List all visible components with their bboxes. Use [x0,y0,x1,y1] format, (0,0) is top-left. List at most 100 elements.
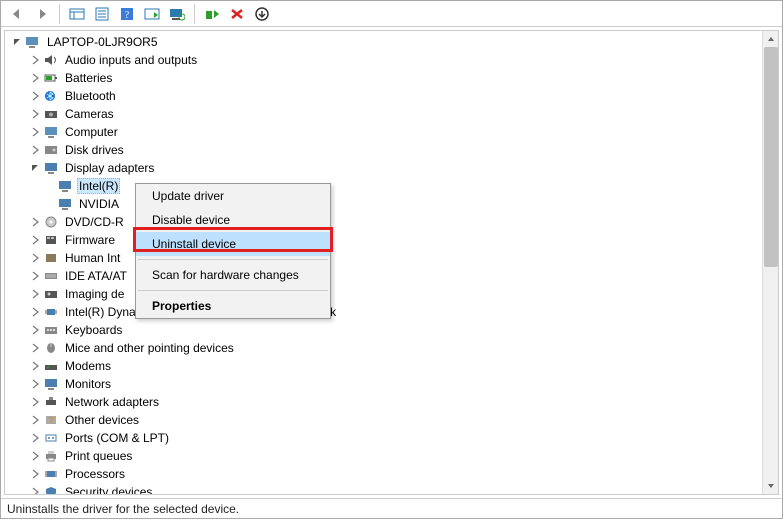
caret-right-icon[interactable] [29,288,41,300]
tree-category[interactable]: Imaging de [11,285,762,303]
tree-category[interactable]: Batteries [11,69,762,87]
help-button[interactable]: ? [115,3,139,25]
close-x-icon [229,7,245,21]
scroll-thumb[interactable] [764,47,778,267]
action-button[interactable] [140,3,164,25]
caret-right-icon[interactable] [29,450,41,462]
arrow-left-icon [9,7,25,21]
tree-category[interactable]: DVD/CD-R [11,213,762,231]
disable-button[interactable] [225,3,249,25]
context-menu: Update driver Disable device Uninstall d… [135,183,331,319]
caret-right-icon[interactable] [29,90,41,102]
tree-category[interactable]: Modems [11,357,762,375]
caret-right-icon[interactable] [29,378,41,390]
bluetooth-icon [43,88,59,104]
context-menu-update-driver[interactable]: Update driver [136,184,330,208]
caret-right-icon[interactable] [29,360,41,372]
device-label: Intel(R) [77,178,120,194]
caret-right-icon[interactable] [29,270,41,282]
caret-down-icon[interactable] [11,36,23,48]
camera-icon [43,106,59,122]
category-label: Modems [63,359,113,373]
other-device-icon: ? [43,412,59,428]
disc-icon [43,214,59,230]
tree-category[interactable]: IDE ATA/AT [11,267,762,285]
svg-text:?: ? [49,416,54,425]
tree-category[interactable]: Intel(R) Dynamic Platform and Thermal Fr… [11,303,762,321]
tree-category[interactable]: Disk drives [11,141,762,159]
tree-category[interactable]: Bluetooth [11,87,762,105]
tree-category[interactable]: Ports (COM & LPT) [11,429,762,447]
caret-right-icon[interactable] [29,252,41,264]
tree-category[interactable]: Processors [11,465,762,483]
port-icon [43,430,59,446]
caret-right-icon[interactable] [29,468,41,480]
context-menu-uninstall-device[interactable]: Uninstall device [136,232,330,256]
scroll-down-button[interactable] [763,478,779,494]
caret-right-icon[interactable] [29,414,41,426]
processor-icon [43,466,59,482]
device-tree-container: LAPTOP-0LJR9OR5 Audio inputs and outputs… [4,30,779,495]
tree-category[interactable]: Human Int [11,249,762,267]
tree-category[interactable]: Monitors [11,375,762,393]
caret-right-icon[interactable] [29,234,41,246]
computer-icon [43,124,59,140]
caret-right-icon[interactable] [29,126,41,138]
toolbar-separator [194,4,195,24]
category-label: Print queues [63,449,134,463]
status-bar: Uninstalls the driver for the selected d… [1,498,782,518]
tree-category[interactable]: Print queues [11,447,762,465]
context-menu-scan-hardware[interactable]: Scan for hardware changes [136,263,330,287]
help-icon: ? [119,7,135,21]
tree-device-nvidia[interactable]: NVIDIA [11,195,762,213]
update-driver-button[interactable] [250,3,274,25]
caret-right-icon[interactable] [29,306,41,318]
properties-button[interactable] [90,3,114,25]
category-label: Monitors [63,377,113,391]
tree-category[interactable]: Computer [11,123,762,141]
device-tree[interactable]: LAPTOP-0LJR9OR5 Audio inputs and outputs… [5,31,762,494]
tree-root[interactable]: LAPTOP-0LJR9OR5 [11,33,762,51]
forward-button[interactable] [30,3,54,25]
caret-right-icon[interactable] [29,216,41,228]
hid-icon [43,250,59,266]
back-button[interactable] [5,3,29,25]
category-label: DVD/CD-R [63,215,126,229]
tree-category[interactable]: ? Other devices [11,411,762,429]
caret-right-icon[interactable] [29,144,41,156]
caret-right-icon[interactable] [29,324,41,336]
caret-right-icon[interactable] [29,72,41,84]
show-hidden-button[interactable] [65,3,89,25]
tree-category-display[interactable]: Display adapters [11,159,762,177]
tree-category[interactable]: Security devices [11,483,762,494]
tree-device-intel[interactable]: Intel(R) [11,177,762,195]
category-label: Firmware [63,233,117,247]
caret-right-icon[interactable] [29,108,41,120]
vertical-scrollbar[interactable] [762,31,778,494]
tree-category[interactable]: Audio inputs and outputs [11,51,762,69]
context-menu-properties[interactable]: Properties [136,294,330,318]
tree-category[interactable]: Keyboards [11,321,762,339]
tree-category[interactable]: Firmware [11,231,762,249]
caret-right-icon[interactable] [29,396,41,408]
caret-right-icon[interactable] [29,54,41,66]
category-label: Batteries [63,71,114,85]
caret-down-icon[interactable] [29,162,41,174]
imaging-icon [43,286,59,302]
firmware-icon [43,232,59,248]
category-label: Security devices [63,485,154,494]
caret-right-icon[interactable] [29,486,41,494]
tree-category[interactable]: Mice and other pointing devices [11,339,762,357]
context-menu-disable-device[interactable]: Disable device [136,208,330,232]
display-adapter-icon [57,178,73,194]
chip-icon [43,304,59,320]
enable-button[interactable] [200,3,224,25]
caret-right-icon[interactable] [29,432,41,444]
caret-right-icon[interactable] [29,342,41,354]
svg-text:?: ? [125,10,130,21]
tree-category[interactable]: Network adapters [11,393,762,411]
scroll-up-button[interactable] [763,31,779,47]
category-label: Human Int [63,251,122,265]
scan-hardware-button[interactable] [165,3,189,25]
tree-category[interactable]: Cameras [11,105,762,123]
